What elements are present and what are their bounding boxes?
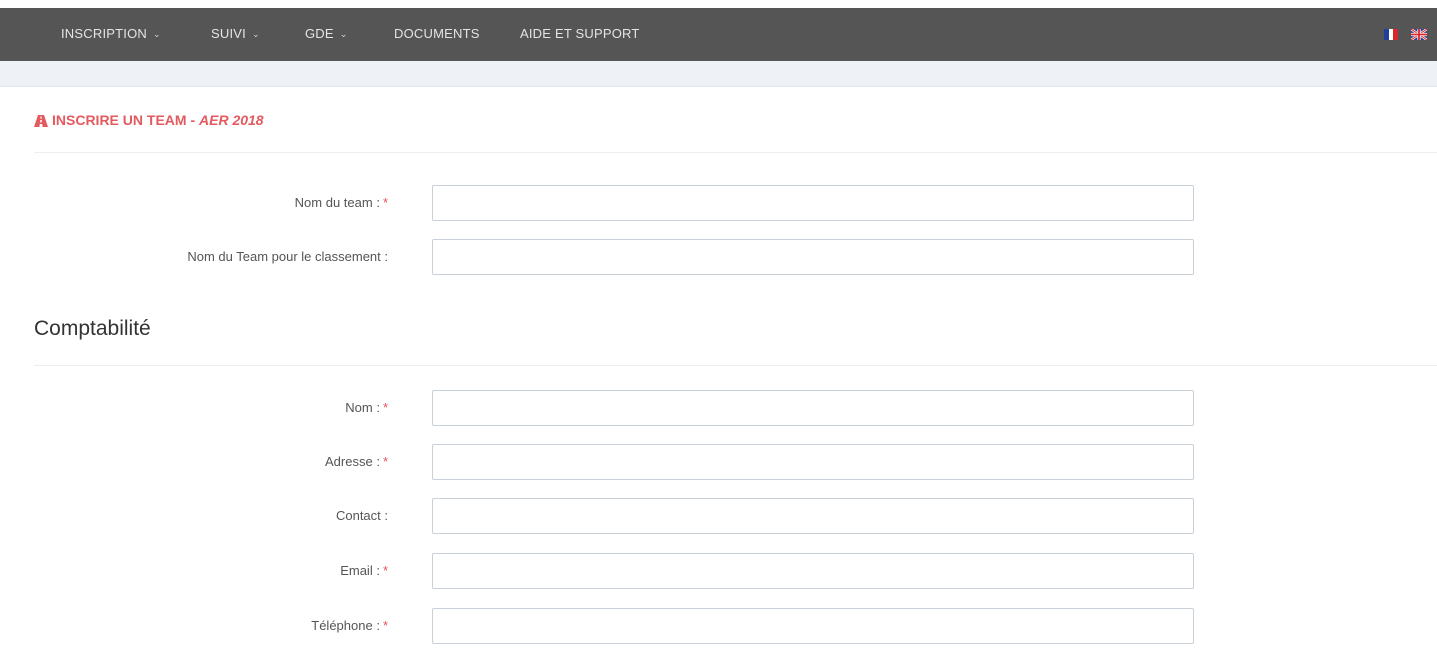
contact-label: Contact : <box>335 508 388 523</box>
nom-du-team-label: Nom du team : * <box>294 195 388 210</box>
email-label: Email : * <box>340 563 388 578</box>
form-row-adresse: Adresse : * <box>0 444 1437 480</box>
breadcrumb-bar <box>0 61 1437 87</box>
telephone-input[interactable] <box>432 608 1194 644</box>
chevron-down-icon: ⌄ <box>339 29 348 39</box>
uk-flag-icon[interactable] <box>1411 29 1427 40</box>
adresse-input[interactable] <box>432 444 1194 480</box>
nav-suivi[interactable]: SUIVI ⌄ <box>211 8 260 61</box>
nom-classement-input[interactable] <box>432 239 1194 275</box>
nav-suivi-label: SUIVI <box>211 26 246 41</box>
page-title: INSCRIRE UN TEAM - AER 2018 <box>34 112 264 132</box>
required-marker: * <box>382 400 388 415</box>
form-row-nom: Nom : * <box>0 390 1437 426</box>
form-row-email: Email : * <box>0 553 1437 589</box>
nav-inscription-label: INSCRIPTION <box>61 26 147 41</box>
nav-aide-et-support[interactable]: AIDE ET SUPPORT <box>520 8 640 61</box>
required-marker: * <box>382 618 388 633</box>
nom-label: Nom : * <box>345 400 388 415</box>
top-navbar: INSCRIPTION ⌄ SUIVI ⌄ GDE ⌄ DOCUMENTS AIDE … <box>0 8 1437 61</box>
page-title-event: AER 2018 <box>199 112 264 128</box>
contact-input[interactable] <box>432 498 1194 534</box>
nav-gde[interactable]: GDE ⌄ <box>305 8 348 61</box>
nav-aide-label: AIDE ET SUPPORT <box>520 26 640 41</box>
form-row-nom-du-team: Nom du team : * <box>0 185 1437 221</box>
email-input[interactable] <box>432 553 1194 589</box>
nom-du-team-input[interactable] <box>432 185 1194 221</box>
form-row-nom-classement: Nom du Team pour le classement : <box>0 239 1437 275</box>
divider <box>34 365 1437 366</box>
required-marker: * <box>382 454 388 469</box>
divider <box>34 152 1437 153</box>
nav-inscription[interactable]: INSCRIPTION ⌄ <box>61 8 161 61</box>
road-icon <box>34 115 48 127</box>
nom-classement-label: Nom du Team pour le classement : <box>187 249 388 264</box>
nav-gde-label: GDE <box>305 26 334 41</box>
telephone-label: Téléphone : * <box>311 618 388 633</box>
chevron-down-icon: ⌄ <box>251 29 260 39</box>
nav-documents-label: DOCUMENTS <box>394 26 480 41</box>
nav-documents[interactable]: DOCUMENTS <box>394 8 480 61</box>
top-spacer <box>0 0 1437 8</box>
form-row-telephone: Téléphone : * <box>0 608 1437 644</box>
section-title-comptabilite: Comptabilité <box>34 317 151 340</box>
chevron-down-icon: ⌄ <box>152 29 161 39</box>
page-title-text: INSCRIRE UN TEAM - <box>52 112 199 128</box>
fr-flag-icon[interactable] <box>1384 29 1399 40</box>
adresse-label: Adresse : * <box>325 454 388 469</box>
required-marker: * <box>382 195 388 210</box>
nom-input[interactable] <box>432 390 1194 426</box>
form-row-contact: Contact : <box>0 498 1437 534</box>
required-marker: * <box>382 563 388 578</box>
